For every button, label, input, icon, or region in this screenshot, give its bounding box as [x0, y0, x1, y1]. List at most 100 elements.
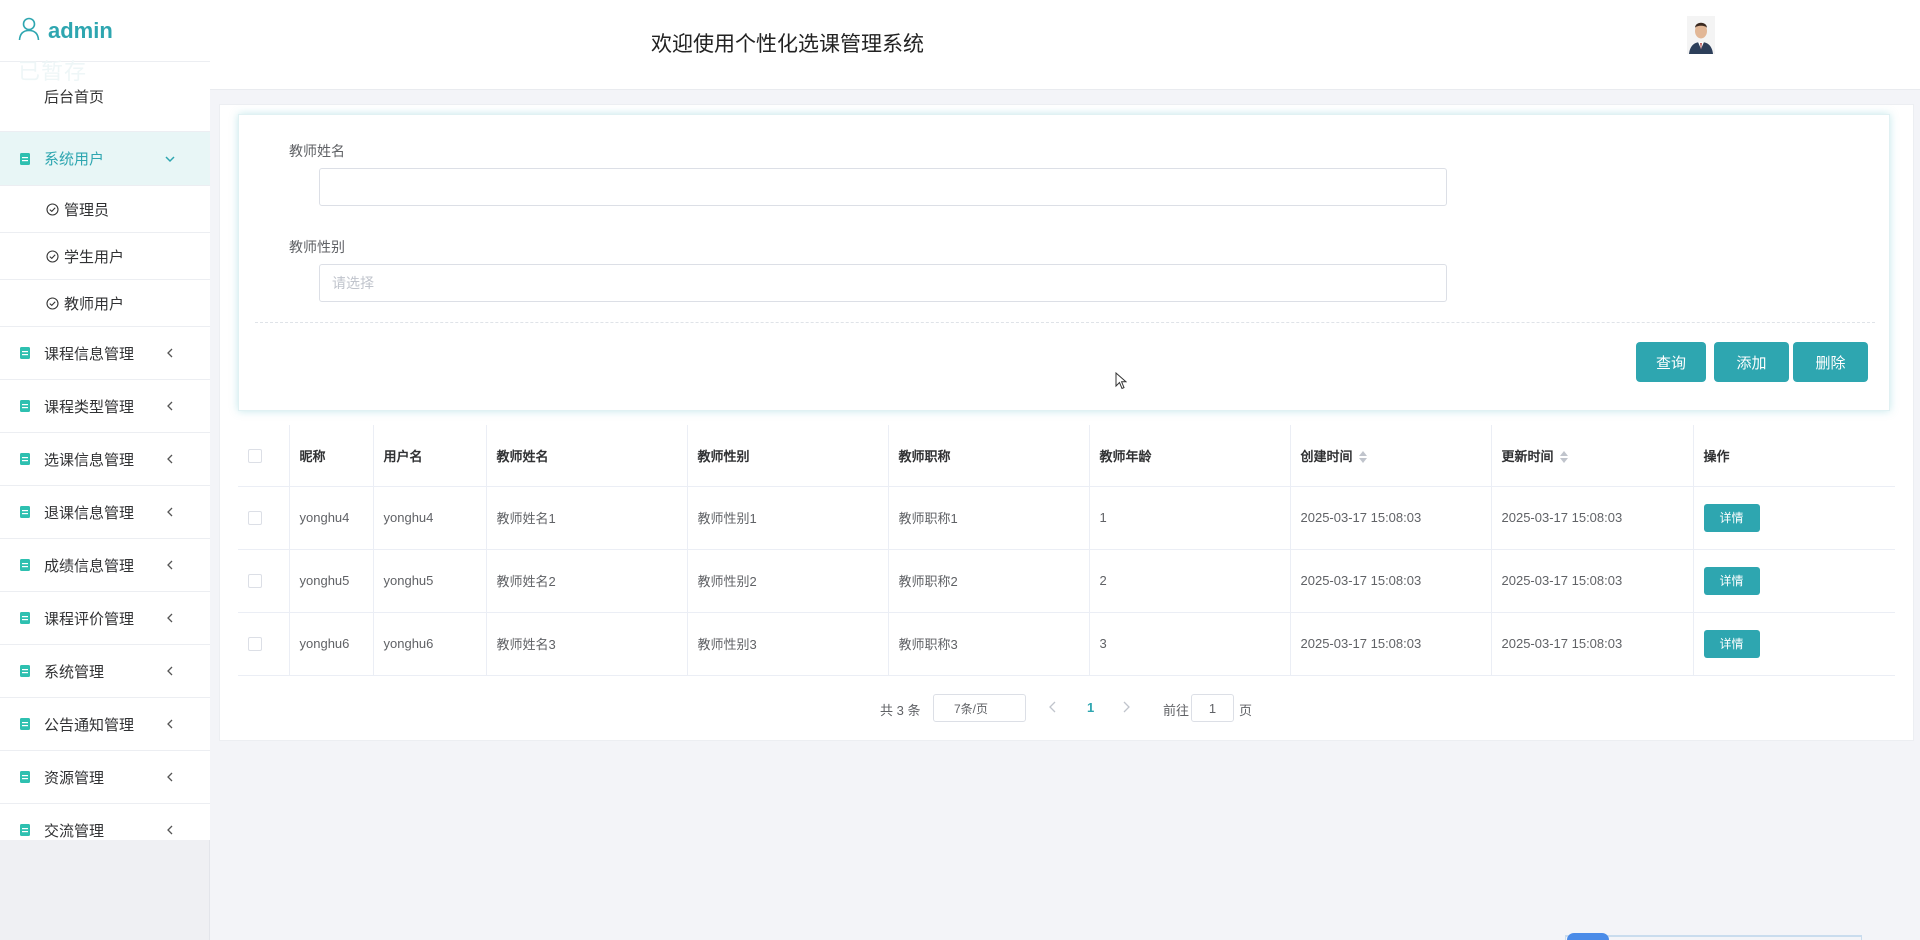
chevron-left-icon [164, 400, 176, 412]
table-cell-nickname: yonghu4 [289, 486, 374, 550]
teacher-gender-select[interactable]: 请选择 [319, 264, 1447, 302]
sidebar-item[interactable]: 课程类型管理 [0, 380, 210, 433]
table-row: yonghu5 yonghu5 教师姓名2 教师性别2 教师职称2 2 2025-03-17… [238, 549, 1895, 613]
sidebar-item-label: 交流管理 [44, 822, 105, 840]
row-select-cell [238, 549, 290, 613]
sidebar-user: admin [0, 0, 210, 62]
sidebar-subitem-label: 学生用户 [64, 248, 125, 266]
sidebar-item[interactable]: 成绩信息管理 [0, 539, 210, 592]
avatar[interactable] [1687, 16, 1715, 54]
add-button[interactable]: 添加 [1714, 342, 1789, 382]
action-cell: 详情 [1693, 486, 1895, 550]
page-size-select[interactable]: 7条/页 [933, 694, 1026, 722]
chevron-left-icon [164, 665, 176, 677]
sidebar-subitem-admin[interactable]: 管理员 [0, 186, 210, 233]
page-suffix-label: 页 [1239, 703, 1253, 718]
document-icon [20, 453, 30, 465]
table-cell-created: 2025-03-17 15:08:03 [1290, 486, 1492, 550]
sidebar-item-label: 系统管理 [44, 663, 105, 681]
floating-widget[interactable] [1565, 935, 1862, 940]
sort-caret-icon[interactable] [1559, 451, 1568, 464]
divider [255, 322, 1875, 323]
row-checkbox[interactable] [248, 574, 262, 589]
column-header: 教师年龄 [1089, 425, 1291, 487]
table-row: yonghu6 yonghu6 教师姓名3 教师性别3 教师职称3 3 2025-03-17… [238, 612, 1895, 676]
document-icon [20, 665, 30, 677]
page-number-current[interactable]: 1 [1087, 700, 1094, 715]
chevron-left-icon [164, 612, 176, 624]
sidebar-item-system-users[interactable]: 系统用户 [0, 132, 210, 186]
table-cell-username: yonghu6 [373, 612, 487, 676]
column-header: 用户名 [373, 425, 487, 487]
row-checkbox[interactable] [248, 511, 262, 526]
action-cell: 详情 [1693, 549, 1895, 613]
document-icon [20, 400, 30, 412]
document-icon [20, 824, 30, 836]
detail-button[interactable]: 详情 [1703, 503, 1760, 532]
sidebar-item[interactable]: 课程信息管理 [0, 327, 210, 380]
document-icon [20, 506, 30, 518]
sidebar-subitem-students[interactable]: 学生用户 [0, 233, 210, 280]
sidebar-item[interactable]: 选课信息管理 [0, 433, 210, 486]
column-header: 教师职称 [888, 425, 1090, 487]
table-header-row: 昵称 用户名 教师姓名 教师性别 教师职称 教师年龄 创建时间 更新时间 操作 [238, 425, 1895, 487]
circle-check-icon [46, 202, 59, 216]
teacher-table: 昵称 用户名 教师姓名 教师性别 教师职称 教师年龄 创建时间 更新时间 操作 … [238, 425, 1895, 676]
chevron-left-icon [164, 347, 176, 359]
row-select-cell [238, 612, 290, 676]
chevron-left-icon[interactable] [1048, 699, 1060, 715]
sidebar-item-label: 选课信息管理 [44, 451, 135, 469]
select-all-cell [238, 425, 290, 487]
document-icon [20, 771, 30, 783]
row-checkbox[interactable] [248, 637, 262, 652]
table-cell-title: 教师职称2 [888, 549, 1090, 613]
detail-button[interactable]: 详情 [1703, 629, 1760, 658]
column-header-label: 更新时间 [1501, 448, 1554, 464]
user-name: admin [48, 17, 113, 43]
user-icon [18, 17, 40, 44]
sidebar-item[interactable]: 系统管理 [0, 645, 210, 698]
page-title: 欢迎使用个性化选课管理系统 [651, 33, 924, 56]
pagination: 共 3 条 7条/页 1 前往 1 页 [0, 694, 1920, 722]
sidebar-item-label: 成绩信息管理 [44, 557, 135, 575]
select-all-checkbox[interactable] [248, 449, 262, 464]
goto-label: 前往 [1163, 703, 1190, 718]
document-icon [20, 559, 30, 571]
sidebar: admin 已暂存 后台首页 系统用户 管理员 学生用户 教师用户 课程信息管理… [0, 0, 210, 940]
chevron-left-icon [164, 453, 176, 465]
chevron-left-icon [164, 771, 176, 783]
sort-caret-icon[interactable] [1358, 451, 1367, 464]
table-cell-created: 2025-03-17 15:08:03 [1290, 549, 1492, 613]
detail-button[interactable]: 详情 [1703, 566, 1760, 595]
mouse-cursor-icon [1115, 371, 1128, 390]
chevron-down-icon [164, 153, 176, 165]
sidebar-item[interactable]: 课程评价管理 [0, 592, 210, 645]
chevron-left-icon [164, 559, 176, 571]
circle-check-icon [46, 249, 59, 263]
goto-page-input[interactable]: 1 [1191, 694, 1234, 722]
query-button[interactable]: 查询 [1636, 342, 1706, 382]
sidebar-subitem-teachers[interactable]: 教师用户 [0, 280, 210, 327]
chevron-left-icon [164, 506, 176, 518]
table-cell-age: 3 [1089, 612, 1291, 676]
table-cell-updated: 2025-03-17 15:08:03 [1491, 612, 1694, 676]
delete-button[interactable]: 删除 [1793, 342, 1868, 382]
column-header: 教师姓名 [486, 425, 688, 487]
teacher-name-input[interactable] [319, 168, 1447, 206]
sidebar-item[interactable]: 资源管理 [0, 751, 210, 804]
sidebar-item[interactable]: 交流管理 [0, 804, 210, 840]
table-cell-title: 教师职称3 [888, 612, 1090, 676]
table-cell-name: 教师姓名3 [486, 612, 688, 676]
circle-check-icon [46, 296, 59, 310]
table-cell-name: 教师姓名1 [486, 486, 688, 550]
floating-widget-tab[interactable] [1567, 933, 1609, 940]
column-header-sortable[interactable]: 创建时间 [1290, 425, 1492, 487]
chevron-right-icon[interactable] [1121, 699, 1133, 715]
action-cell: 详情 [1693, 612, 1895, 676]
table-cell-name: 教师姓名2 [486, 549, 688, 613]
sidebar-item-home[interactable]: 后台首页 [0, 62, 210, 132]
document-icon [20, 612, 30, 624]
column-header-sortable[interactable]: 更新时间 [1491, 425, 1694, 487]
sidebar-item[interactable]: 退课信息管理 [0, 486, 210, 539]
sidebar-subitem-label: 教师用户 [64, 295, 125, 313]
